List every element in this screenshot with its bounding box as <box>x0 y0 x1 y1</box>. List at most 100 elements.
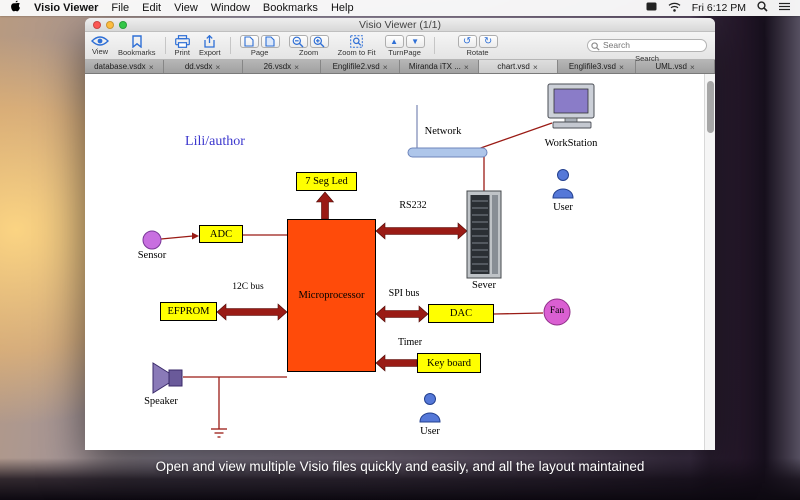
turn-page-up-button[interactable]: ▲ <box>385 35 404 48</box>
page-label: Page <box>251 48 269 57</box>
close-tab-icon[interactable]: × <box>690 62 695 72</box>
spotlight-icon[interactable] <box>757 1 768 15</box>
notification-center-icon[interactable] <box>779 2 790 14</box>
tab-dd[interactable]: dd.vsdx× <box>164 60 243 73</box>
close-window-button[interactable] <box>93 21 101 29</box>
document-area: Lili/author 7 Seg Led ADC EFPROM DAC Key… <box>85 74 715 450</box>
tab-label: database.vsdx <box>94 62 146 71</box>
toolbar-separator <box>165 37 166 54</box>
prev-page-button[interactable] <box>240 35 259 48</box>
menu-app-name[interactable]: Visio Viewer <box>34 2 98 14</box>
close-tab-icon[interactable]: × <box>619 62 624 72</box>
menu-view[interactable]: View <box>174 2 198 14</box>
label-spi-bus: SPI bus <box>380 288 428 299</box>
user-icon-bottom <box>420 394 440 423</box>
turnpage-label: TurnPage <box>388 48 421 57</box>
menu-window[interactable]: Window <box>211 2 250 14</box>
close-tab-icon[interactable]: × <box>294 62 299 72</box>
node-dac: DAC <box>428 304 494 323</box>
tab-englifile2[interactable]: Englifile2.vsd× <box>321 60 400 73</box>
bookmarks-label: Bookmarks <box>118 48 156 57</box>
export-icon <box>203 35 216 48</box>
status-menu-icon[interactable] <box>646 2 657 14</box>
network-bus <box>408 148 487 157</box>
diagram-canvas: Lili/author 7 Seg Led ADC EFPROM DAC Key… <box>85 74 704 450</box>
tab-label: Englifile2.vsd <box>333 62 380 71</box>
zoom-to-fit-button[interactable]: Zoom to Fit <box>338 34 376 57</box>
vertical-scrollbar[interactable] <box>704 74 715 450</box>
close-tab-icon[interactable]: × <box>383 62 388 72</box>
menu-edit[interactable]: Edit <box>142 2 161 14</box>
bookmark-icon <box>132 35 142 48</box>
label-timer: Timer <box>386 337 434 348</box>
menu-bar: Visio Viewer File Edit View Window Bookm… <box>0 0 800 16</box>
tab-label: dd.vsdx <box>185 62 213 71</box>
label-server: Sever <box>460 280 508 291</box>
node-efprom: EFPROM <box>160 302 217 321</box>
server-icon <box>467 191 501 278</box>
zoom-in-button[interactable] <box>310 35 329 48</box>
window-titlebar[interactable]: Visio Viewer (1/1) <box>85 18 715 32</box>
diagram-graphics <box>85 74 704 450</box>
close-tab-icon[interactable]: × <box>464 62 469 72</box>
user-icon-top <box>553 170 573 199</box>
zoom-to-fit-icon <box>350 35 363 48</box>
node-keyboard: Key board <box>417 353 481 373</box>
wifi-icon[interactable] <box>668 2 681 15</box>
tab-label: 26.vsdx <box>264 62 292 71</box>
scrollbar-thumb[interactable] <box>707 81 714 133</box>
label-fan: Fan <box>543 306 571 316</box>
view-button[interactable]: View <box>91 34 109 57</box>
menu-bookmarks[interactable]: Bookmarks <box>263 2 318 14</box>
export-label: Export <box>199 48 221 57</box>
menu-clock[interactable]: Fri 6:12 PM <box>692 2 746 14</box>
workstation-icon <box>548 84 594 128</box>
tab-database[interactable]: database.vsdx× <box>85 60 164 73</box>
label-sensor: Sensor <box>128 250 176 261</box>
tab-miranda[interactable]: Miranda iTX ...× <box>400 60 479 73</box>
toolbar-separator <box>434 37 435 54</box>
marketing-caption: Open and view multiple Visio files quick… <box>0 459 800 474</box>
close-tab-icon[interactable]: × <box>215 62 220 72</box>
search-icon <box>591 38 600 56</box>
zoom-group: Zoom <box>289 34 329 57</box>
turnpage-group: ▲ ▼ TurnPage <box>385 34 425 57</box>
tab-26[interactable]: 26.vsdx× <box>243 60 322 73</box>
eye-icon <box>91 35 109 47</box>
rotate-left-button[interactable]: ↺ <box>458 35 477 48</box>
visio-viewer-window: Visio Viewer (1/1) View Bookmarks Print <box>85 18 715 450</box>
zoom-window-button[interactable] <box>119 21 127 29</box>
print-button[interactable]: Print <box>175 34 190 57</box>
diagram-author-text: Lili/author <box>155 134 275 150</box>
ground-symbol <box>211 429 227 437</box>
tab-chart[interactable]: chart.vsd× <box>479 60 558 73</box>
zoom-to-fit-label: Zoom to Fit <box>338 48 376 57</box>
tab-label: UML.vsd <box>655 62 687 71</box>
node-microprocessor: Microprocessor <box>287 219 376 372</box>
apple-menu-icon[interactable] <box>10 0 21 16</box>
node-adc: ADC <box>199 225 243 243</box>
bookmarks-button[interactable]: Bookmarks <box>118 34 156 57</box>
label-i2c-bus: 12C bus <box>223 282 273 292</box>
view-label: View <box>92 47 108 56</box>
sensor-icon <box>143 231 161 249</box>
label-workstation: WorkStation <box>535 138 607 149</box>
rotate-right-button[interactable]: ↻ <box>479 35 498 48</box>
page-group: Page <box>240 34 280 57</box>
export-button[interactable]: Export <box>199 34 221 57</box>
next-page-button[interactable] <box>261 35 280 48</box>
label-rs232: RS232 <box>385 200 441 211</box>
label-speaker: Speaker <box>137 396 185 407</box>
zoom-label: Zoom <box>299 48 318 57</box>
close-tab-icon[interactable]: × <box>533 62 538 72</box>
rotate-label: Rotate <box>467 48 489 57</box>
menu-help[interactable]: Help <box>331 2 354 14</box>
zoom-out-button[interactable] <box>289 35 308 48</box>
menu-file[interactable]: File <box>111 2 129 14</box>
close-tab-icon[interactable]: × <box>149 62 154 72</box>
turn-page-down-button[interactable]: ▼ <box>406 35 425 48</box>
minimize-window-button[interactable] <box>106 21 114 29</box>
search-input[interactable] <box>587 39 707 52</box>
rotate-group: ↺ ↻ Rotate <box>458 34 498 57</box>
search-area: Search <box>587 35 707 63</box>
